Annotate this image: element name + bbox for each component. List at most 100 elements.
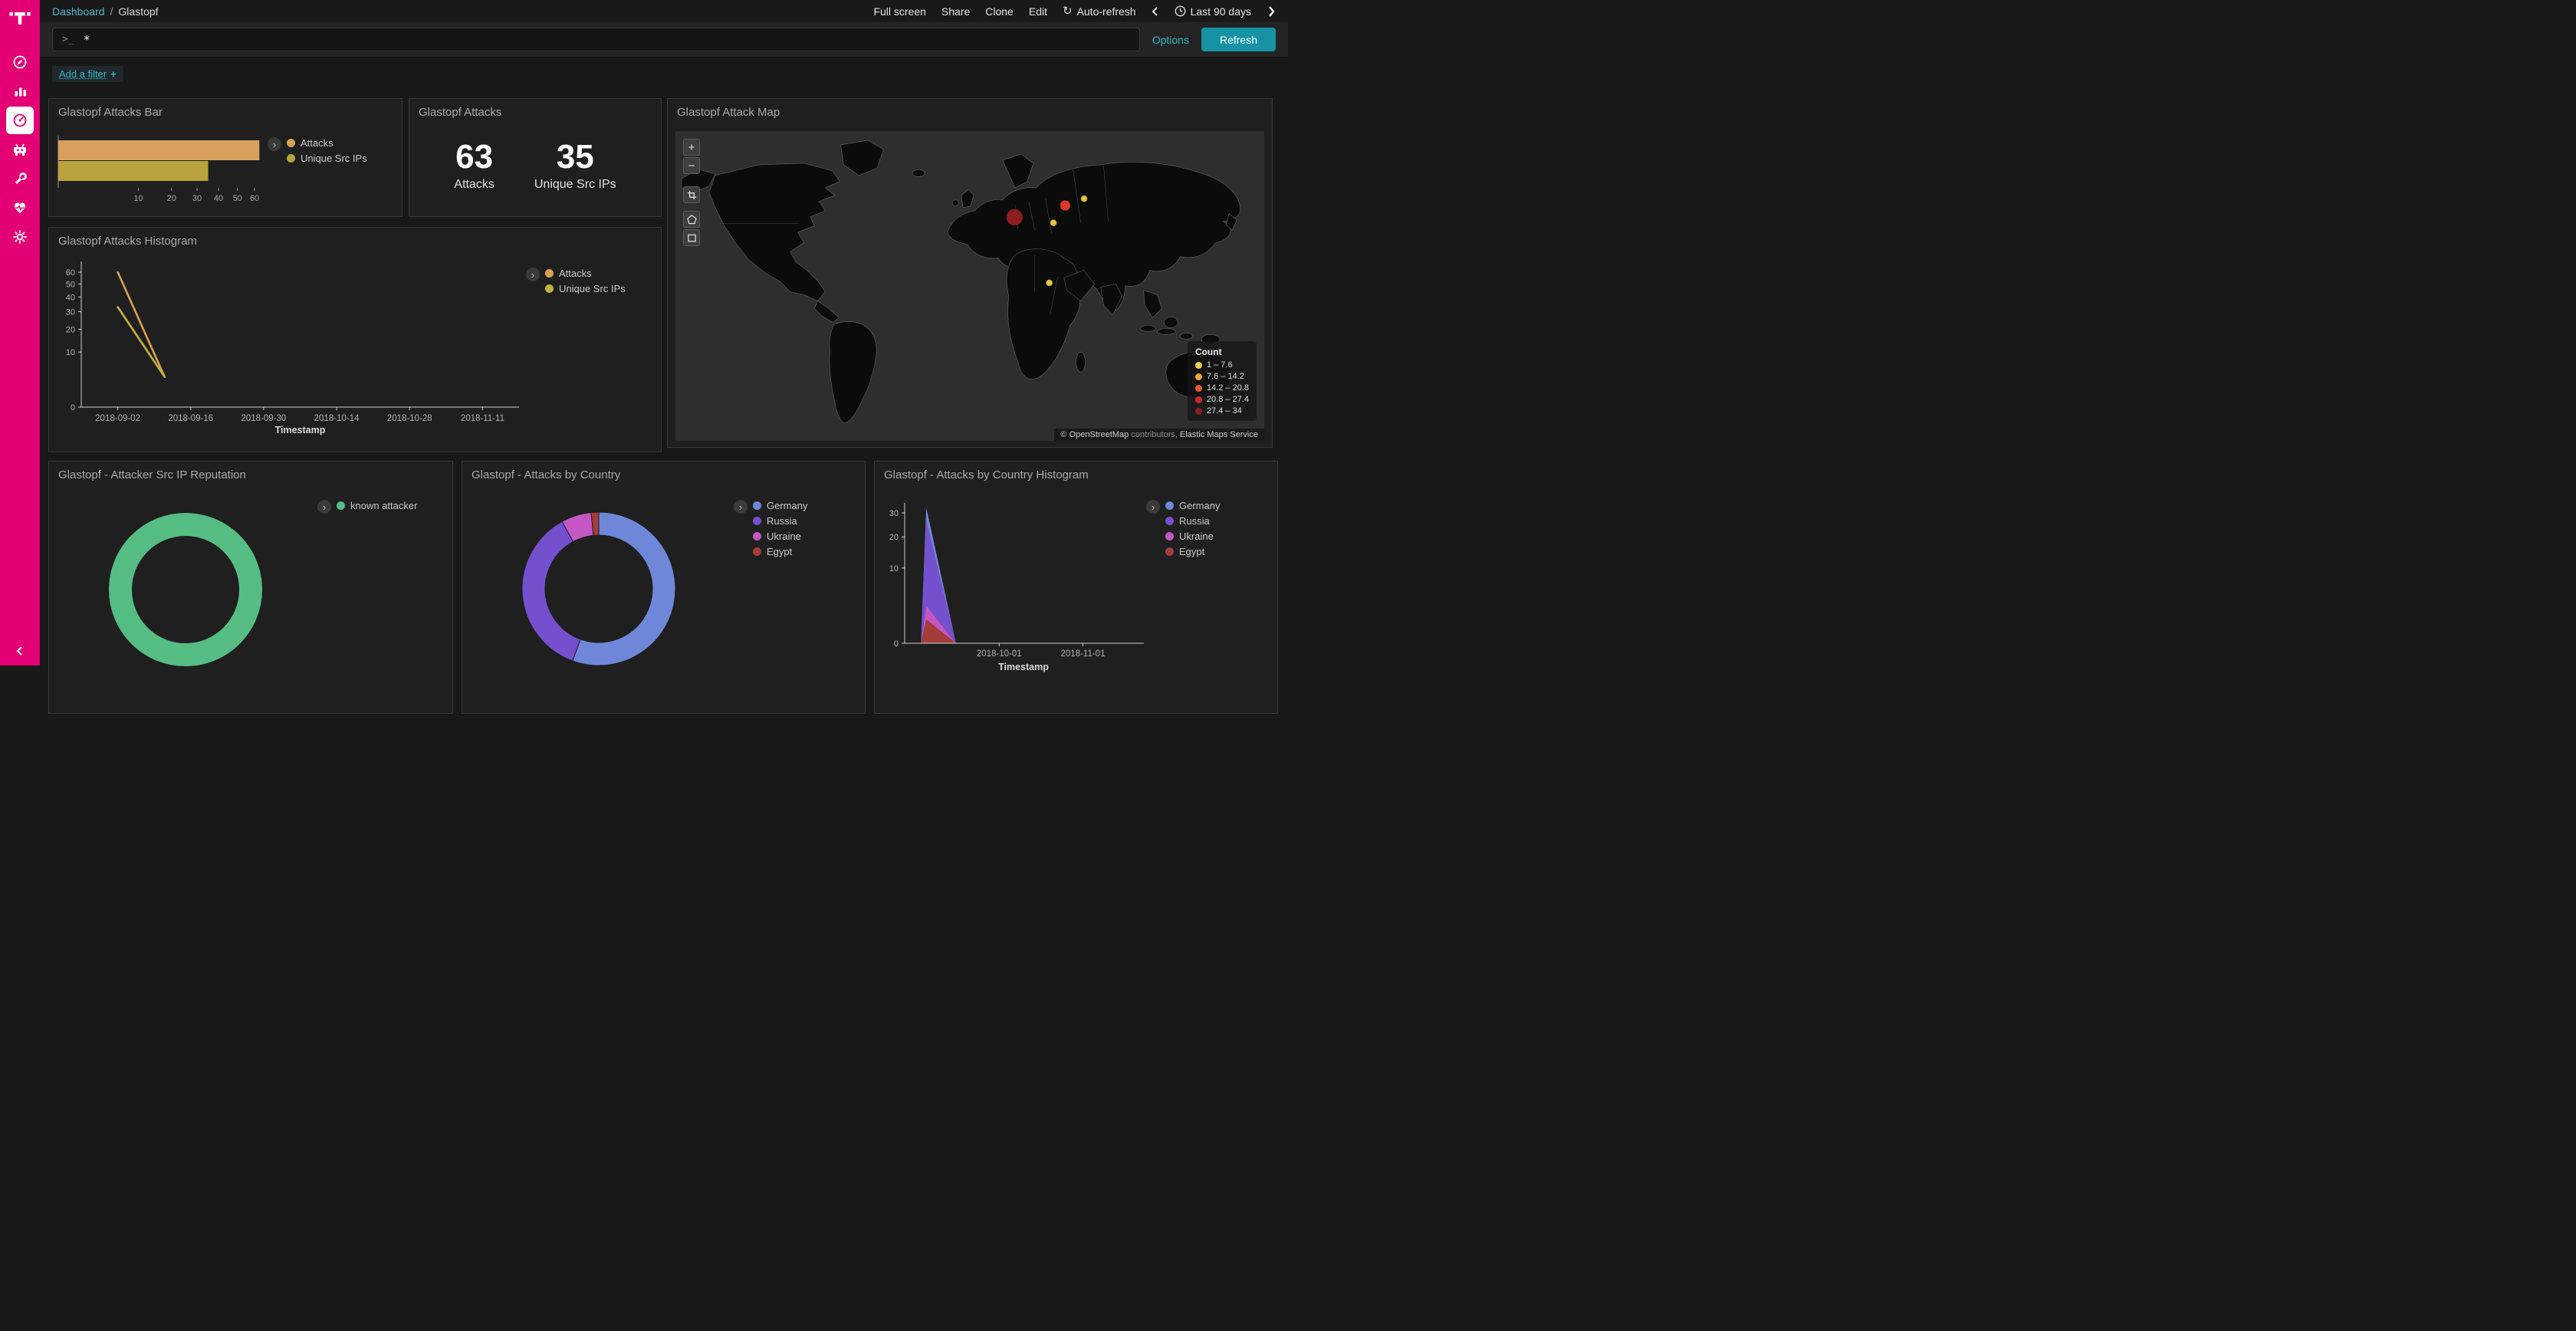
legend-item[interactable]: Egypt: [1165, 546, 1220, 557]
attacks-histogram-svg: 01020304050602018-09-022018-09-162018-09…: [55, 243, 550, 441]
svg-text:0: 0: [71, 403, 75, 412]
legend-label: known attacker: [350, 500, 417, 511]
auto-refresh-button[interactable]: ↻ Auto-refresh: [1063, 5, 1136, 18]
top-nav-actions: Full screen Share Clone Edit ↻ Auto-refr…: [873, 5, 1276, 18]
devtools-wrench-icon: [12, 170, 28, 187]
query-options-link[interactable]: Options: [1152, 34, 1189, 46]
svg-text:10: 10: [889, 564, 899, 573]
attacks-bar-svg: 102030405060: [49, 130, 268, 210]
legend-label: Russia: [1179, 515, 1210, 527]
legend-toggle-icon[interactable]: ›: [317, 500, 331, 514]
legend-item[interactable]: Attacks: [545, 268, 626, 279]
map-draw-polygon-button[interactable]: [683, 211, 700, 228]
world-map-canvas[interactable]: + − Count 1 – 7.67.6 – 14.214.2 – 20.820…: [675, 131, 1264, 441]
map-legend-dot: [1195, 362, 1202, 369]
time-forward-button[interactable]: [1267, 5, 1276, 18]
edit-button[interactable]: Edit: [1029, 5, 1047, 18]
legend-toggle-icon[interactable]: ›: [1146, 500, 1160, 514]
legend-dot: [1165, 547, 1174, 556]
svg-text:Timestamp: Timestamp: [998, 662, 1049, 672]
reputation-donut-chart[interactable]: [97, 501, 274, 682]
legend-dot: [1165, 517, 1174, 525]
metric-label: Unique Src IPs: [534, 178, 616, 192]
legend-item[interactable]: Egypt: [753, 546, 807, 557]
osm-attribution[interactable]: © OpenStreetMap: [1060, 430, 1129, 439]
legend-dot: [545, 284, 554, 293]
attacks-histogram-chart: 01020304050602018-09-022018-09-162018-09…: [55, 243, 550, 445]
sidebar-item-devtools[interactable]: [6, 165, 34, 192]
legend-item[interactable]: Russia: [753, 515, 807, 527]
elastic-maps-attribution[interactable]: Elastic Maps Service: [1180, 430, 1258, 439]
legend-dot: [753, 517, 761, 525]
world-map: [675, 131, 1264, 441]
svg-text:2018-09-30: 2018-09-30: [242, 414, 287, 423]
share-button[interactable]: Share: [941, 5, 970, 18]
add-filter-button[interactable]: Add a filter +: [52, 66, 123, 82]
search-query-input[interactable]: >_ *: [52, 28, 1140, 51]
time-back-button[interactable]: [1152, 6, 1159, 17]
legend-dot: [545, 269, 554, 278]
legend-item[interactable]: known attacker: [337, 500, 417, 511]
breadcrumb-dashboard-link[interactable]: Dashboard: [52, 5, 105, 18]
time-range-picker[interactable]: Last 90 days: [1175, 5, 1251, 18]
sidebar-item-tpot[interactable]: [6, 136, 34, 163]
plus-icon: +: [110, 68, 117, 80]
legend-toggle-icon[interactable]: ›: [734, 500, 748, 514]
map-zoom-out-button[interactable]: −: [683, 157, 700, 174]
svg-text:2018-09-16: 2018-09-16: [168, 414, 213, 423]
top-nav: Dashboard / Glastopf Full screen Share C…: [40, 0, 1288, 23]
legend-label: Ukraine: [767, 531, 801, 542]
rectangle-icon: [687, 233, 697, 243]
map-legend-row: 20.8 – 27.4: [1195, 395, 1249, 404]
refresh-cycle-icon: ↻: [1063, 5, 1073, 17]
panel-title: Glastopf Attacks: [409, 99, 661, 119]
metric-value: 35: [534, 140, 616, 174]
legend-dot: [1165, 532, 1174, 541]
svg-text:20: 20: [889, 533, 899, 542]
svg-text:30: 30: [192, 194, 202, 203]
refresh-button[interactable]: Refresh: [1201, 28, 1276, 51]
legend-toggle-icon[interactable]: ›: [526, 268, 540, 281]
svg-text:20: 20: [66, 325, 75, 334]
legend-dot: [287, 154, 295, 163]
full-screen-button[interactable]: Full screen: [873, 5, 925, 18]
sidebar-item-discover[interactable]: [6, 48, 34, 76]
country-donut-svg: [511, 501, 687, 677]
chevron-right-icon: [1267, 5, 1276, 18]
map-legend-dot: [1195, 385, 1202, 392]
svg-text:60: 60: [250, 194, 259, 203]
legend-item[interactable]: Unique Src IPs: [287, 153, 367, 164]
sidebar-item-monitoring[interactable]: [6, 194, 34, 222]
legend-item[interactable]: Russia: [1165, 515, 1220, 527]
attacks-bar-chart: 102030405060: [49, 130, 268, 214]
sidebar-item-management[interactable]: [6, 223, 34, 251]
legend-item[interactable]: Germany: [753, 500, 807, 511]
sidebar-collapse-button[interactable]: [14, 645, 26, 661]
legend-item[interactable]: Attacks: [287, 137, 367, 149]
svg-text:2018-10-14: 2018-10-14: [314, 414, 360, 423]
panel-attacks-bar: Glastopf Attacks Bar 102030405060 ›Attac…: [48, 98, 402, 217]
map-zoom-in-button[interactable]: +: [683, 139, 700, 156]
svg-text:2018-10-01: 2018-10-01: [977, 649, 1022, 659]
legend-item[interactable]: Unique Src IPs: [545, 283, 626, 294]
legend-item[interactable]: Ukraine: [1165, 531, 1220, 542]
clone-button[interactable]: Clone: [985, 5, 1014, 18]
svg-text:40: 40: [214, 194, 223, 203]
map-controls: + −: [683, 139, 700, 248]
legend-item[interactable]: Germany: [1165, 500, 1220, 511]
legend-toggle-icon[interactable]: ›: [268, 137, 281, 151]
map-crop-button[interactable]: [683, 186, 700, 203]
legend-label: Egypt: [767, 546, 792, 557]
country-histogram-svg: 01020302018-10-012018-11-01Timestamp: [875, 477, 1170, 675]
metric-label: Attacks: [454, 178, 494, 192]
sidebar-item-dashboard[interactable]: [6, 107, 34, 134]
sidebar-item-visualize[interactable]: [6, 77, 34, 105]
country-donut-chart[interactable]: [511, 501, 687, 681]
panel-title: Glastopf - Attacks by Country: [462, 462, 865, 481]
map-legend-title: Count: [1195, 347, 1249, 357]
legend-item[interactable]: Ukraine: [753, 531, 807, 542]
monitoring-heartbeat-icon: [12, 199, 28, 216]
country-histogram-chart: 01020302018-10-012018-11-01Timestamp: [875, 477, 1170, 679]
map-draw-rectangle-button[interactable]: [683, 229, 700, 246]
panel-title: Glastopf Attacks Bar: [49, 99, 402, 119]
